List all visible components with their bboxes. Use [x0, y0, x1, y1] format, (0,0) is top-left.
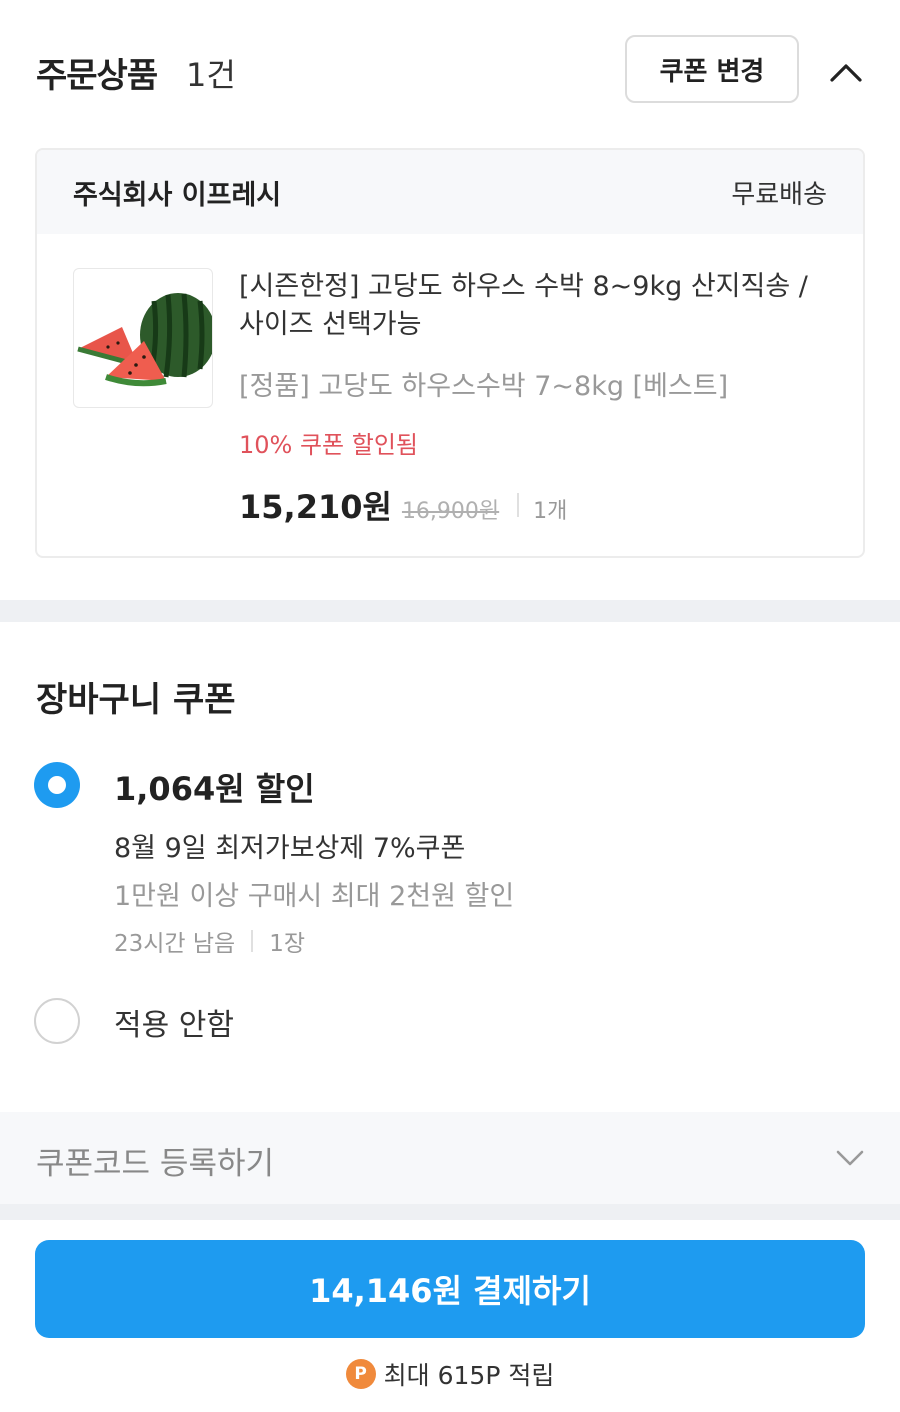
coupon-code-label: 쿠폰코드 등록하기	[36, 1146, 275, 1182]
seller-name: 주식회사 이프레시	[73, 179, 282, 211]
sale-price: 15,210원	[239, 488, 392, 526]
product-name[interactable]: [시즌한정] 고당도 하우스 수박 8~9kg 산지직송 / 사이즈 선택가능	[239, 268, 839, 344]
points-icon: P	[345, 1359, 376, 1389]
watermelon-image[interactable]	[73, 268, 213, 408]
cart-coupon-title: 장바구니 쿠폰	[36, 680, 236, 720]
quantity: 1개	[533, 499, 568, 524]
order-title: 주문상품	[36, 56, 158, 96]
divider	[517, 493, 520, 517]
coupon-code-toggle[interactable]: 쿠폰코드 등록하기	[0, 1112, 900, 1204]
section-divider	[0, 600, 900, 622]
no-coupon-radio[interactable]	[34, 998, 80, 1044]
section-divider	[0, 1204, 900, 1220]
points-text: 최대 615P 적립	[383, 1361, 555, 1390]
no-coupon-label[interactable]: 적용 안함	[114, 1000, 234, 1044]
coupon-time-left: 23시간 남음	[114, 931, 236, 957]
coupon-name: 8월 9일 최저가보상제 7%쿠폰	[114, 833, 466, 864]
order-header: 주문상품 1건 쿠폰 변경	[0, 0, 900, 140]
order-count: 1건	[186, 56, 236, 94]
points-row: P 최대 615P 적립	[0, 1356, 900, 1392]
coupon-radio-selected[interactable]	[34, 762, 80, 808]
seller-bar: 주식회사 이프레시 무료배송	[37, 150, 863, 234]
product-option: [정품] 고당도 하우스수박 7~8kg [베스트]	[239, 371, 729, 402]
coupon-meta: 23시간 남음 1장	[114, 924, 305, 958]
price-row: 15,210원 16,900원 1개	[239, 482, 839, 528]
original-price: 16,900원	[401, 499, 500, 524]
chevron-up-icon[interactable]	[826, 54, 866, 88]
shipping-label: 무료배송	[731, 179, 827, 210]
coupon-change-button[interactable]: 쿠폰 변경	[625, 35, 799, 103]
coupon-condition: 1만원 이상 구매시 최대 2천원 할인	[114, 881, 515, 912]
discount-note: 10% 쿠폰 할인됨	[239, 431, 419, 459]
coupon-amount[interactable]: 1,064원 할인	[114, 764, 315, 810]
coupon-count: 1장	[269, 931, 306, 957]
divider	[251, 930, 254, 952]
chevron-down-icon	[832, 1142, 868, 1172]
product-info: [시즌한정] 고당도 하우스 수박 8~9kg 산지직송 / 사이즈 선택가능 …	[239, 268, 839, 528]
pay-button[interactable]: 14,146원 결제하기	[35, 1240, 865, 1338]
product-card: 주식회사 이프레시 무료배송 [시즌한정] 고당도 하우스 수박 8~9kg 산…	[35, 148, 865, 558]
